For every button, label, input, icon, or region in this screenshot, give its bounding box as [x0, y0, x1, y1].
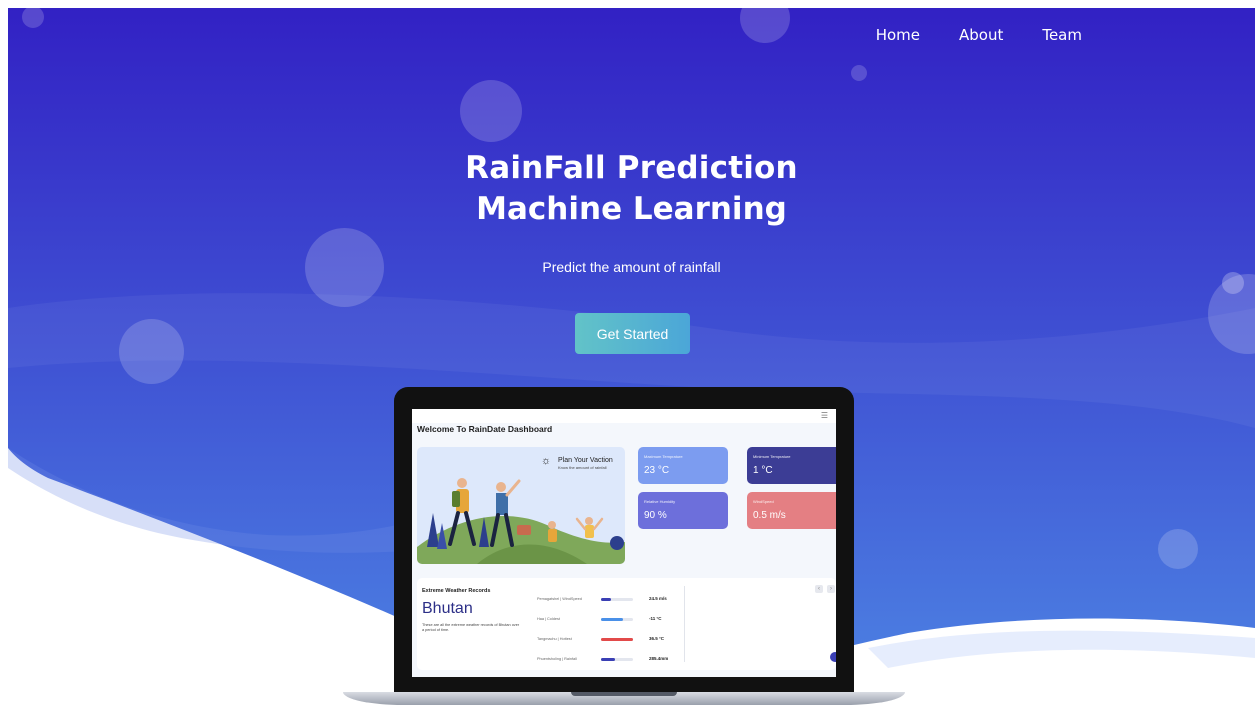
stat-label: Minimum Temprature: [753, 454, 791, 459]
records-divider: [684, 586, 685, 662]
get-started-button[interactable]: Get Started: [575, 313, 690, 354]
stat-value: 90 %: [644, 510, 667, 521]
record-label: Haa | Coldest: [537, 617, 560, 621]
record-bar-track: [601, 638, 633, 641]
record-row: Phuentsholing | Rainfall 285.4mm: [537, 656, 697, 664]
record-bar-fill: [601, 638, 633, 641]
bubble-decoration: [460, 80, 522, 142]
plan-card: ☼ Plan Your Vaction Know the amount of r…: [417, 447, 625, 564]
record-label: Phuentsholing | Rainfall: [537, 657, 577, 661]
nav-about[interactable]: About: [959, 26, 1003, 44]
nav-team[interactable]: Team: [1042, 26, 1082, 44]
record-value: -11 °C: [649, 616, 662, 621]
bubble-decoration: [851, 65, 867, 81]
records-description: These are all the extreme weather record…: [422, 623, 520, 633]
stat-card-max-temp: Maximum Temprature 23 °C: [638, 447, 728, 484]
next-chevron-icon[interactable]: ›: [827, 585, 835, 593]
record-row: Pemagatshel | WindSpeed 24.5 m/s: [537, 596, 697, 604]
record-bar-track: [601, 658, 633, 661]
hero-title: RainFall Prediction: [465, 150, 798, 186]
laptop-screen: ☰ Welcome To RainDate Dashboard ☼ Plan Y…: [412, 409, 836, 677]
stat-value: 1 °C: [753, 465, 773, 476]
stat-card-windspeed: WindSpeed 0.5 m/s: [747, 492, 836, 529]
stat-card-min-temp: Minimum Temprature 1 °C: [747, 447, 836, 484]
dashboard-topbar: ☰: [412, 409, 836, 423]
record-bar-fill: [601, 658, 616, 661]
stat-value: 23 °C: [644, 465, 670, 476]
stat-card-humidity: Relative Humidity 90 %: [638, 492, 728, 529]
nav-home[interactable]: Home: [876, 26, 920, 44]
hamburger-menu-icon[interactable]: ☰: [821, 411, 828, 420]
extreme-weather-records: Extreme Weather Records Bhutan These are…: [417, 578, 836, 670]
record-row: Haa | Coldest -11 °C: [537, 616, 697, 624]
hero-tagline: Predict the amount of rainfall: [542, 259, 721, 275]
bubble-decoration: [1222, 272, 1244, 294]
stat-label: Maximum Temprature: [644, 454, 683, 459]
record-bar-track: [601, 598, 633, 601]
record-bar-fill: [601, 598, 611, 601]
hikers-illustration: [417, 478, 625, 564]
laptop-notch: [571, 692, 677, 696]
stat-label: Relative Humidity: [644, 499, 676, 504]
record-value: 24.5 m/s: [649, 596, 667, 601]
record-value: 285.4mm: [649, 656, 669, 661]
records-title: Extreme Weather Records: [422, 588, 491, 594]
stat-label: WindSpeed: [753, 499, 774, 504]
floating-action-dot[interactable]: [830, 652, 836, 662]
record-bar-fill: [601, 618, 624, 621]
prev-chevron-icon[interactable]: ‹: [815, 585, 823, 593]
record-row: Tangmachu | Hottest 36.5 °C: [537, 636, 697, 644]
bubble-decoration: [1158, 529, 1198, 569]
dashboard-title: Welcome To RainDate Dashboard: [417, 424, 553, 434]
stat-value: 0.5 m/s: [753, 510, 786, 521]
hero-subtitle: Machine Learning: [476, 191, 787, 227]
record-label: Pemagatshel | WindSpeed: [537, 597, 582, 601]
top-nav: Home About Team: [876, 26, 1082, 44]
laptop-mockup: ☰ Welcome To RainDate Dashboard ☼ Plan Y…: [394, 387, 854, 692]
record-value: 36.5 °C: [649, 636, 665, 641]
record-label: Tangmachu | Hottest: [537, 637, 572, 641]
records-country: Bhutan: [422, 600, 473, 617]
bubble-decoration: [119, 319, 184, 384]
record-bar-track: [601, 618, 633, 621]
